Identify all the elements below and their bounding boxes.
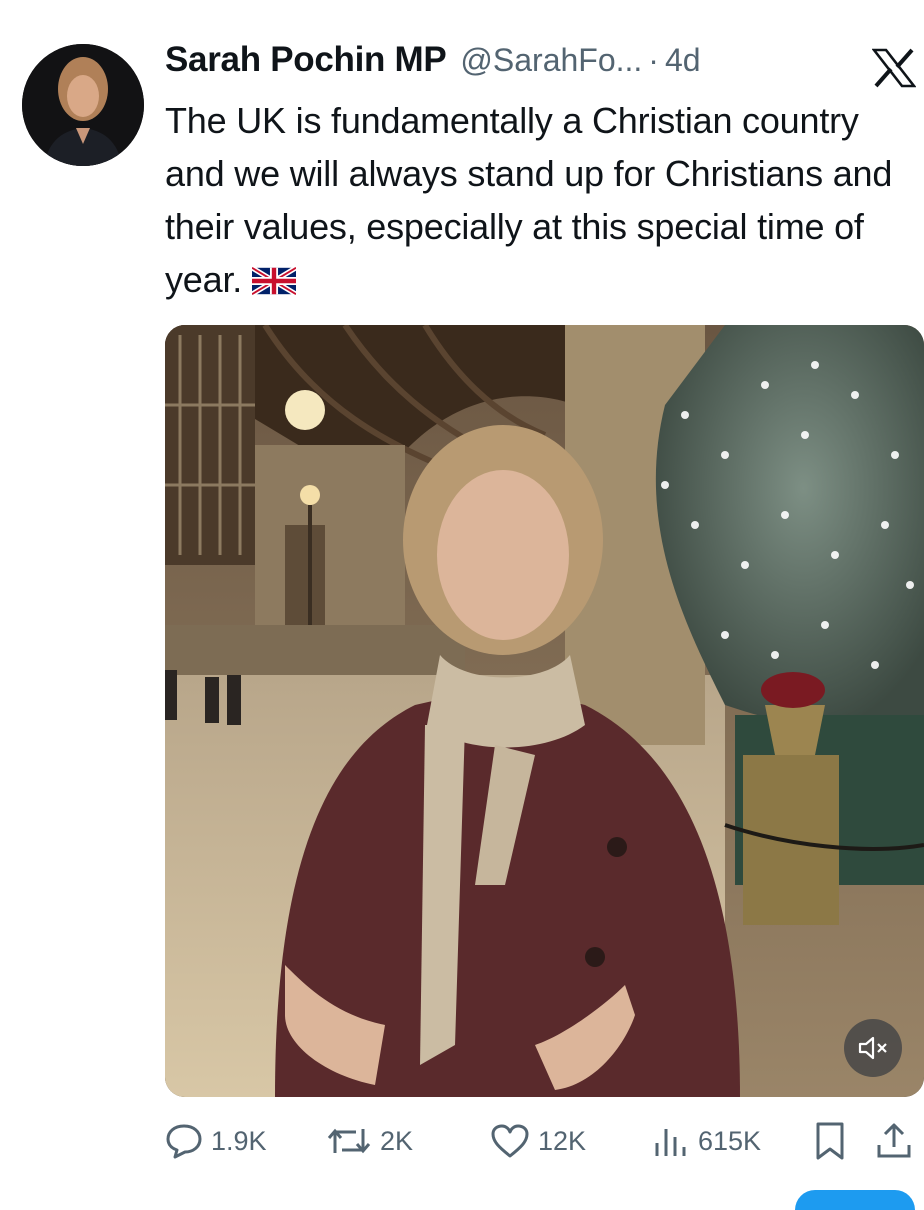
mute-button[interactable] [844,1019,902,1077]
tweet-header: Sarah Pochin MP @SarahFo... · 4d [165,40,701,90]
bookmark-button[interactable] [812,1115,848,1167]
bar-chart-icon [655,1129,686,1156]
header-separator: · [648,42,659,78]
tweet-text: The UK is fundamentally a Christian coun… [165,94,915,309]
author-avatar[interactable] [22,44,144,166]
like-button[interactable]: 12K [490,1115,586,1167]
repost-button[interactable]: 2K [326,1115,413,1167]
avatar-image [22,44,144,166]
view-count: 615K [698,1125,762,1156]
reply-button[interactable]: 1.9K [165,1115,267,1167]
author-handle[interactable]: @SarahFo... [460,42,642,79]
tweet-action-bar: 1.9K 2K 12K 615K [0,1115,924,1175]
uk-flag-icon [250,256,298,309]
tweet-timestamp[interactable]: 4d [665,42,701,79]
like-count: 12K [538,1125,587,1156]
speech-bubble-icon [166,1124,202,1159]
video-frame [165,325,924,1097]
share-upload-icon [877,1123,911,1158]
heart-icon [491,1124,529,1158]
author-name[interactable]: Sarah Pochin MP [165,40,447,80]
tweet-video[interactable] [165,325,924,1097]
repost-count: 2K [380,1125,414,1156]
share-button[interactable] [874,1115,914,1167]
views-button[interactable]: 615K [650,1115,761,1167]
x-logo-icon [871,48,917,88]
compose-button-edge[interactable] [795,1190,915,1210]
bookmark-icon [816,1122,844,1160]
repost-arrows-icon [327,1128,371,1154]
speaker-muted-icon [858,1036,887,1060]
reply-count: 1.9K [211,1125,267,1156]
